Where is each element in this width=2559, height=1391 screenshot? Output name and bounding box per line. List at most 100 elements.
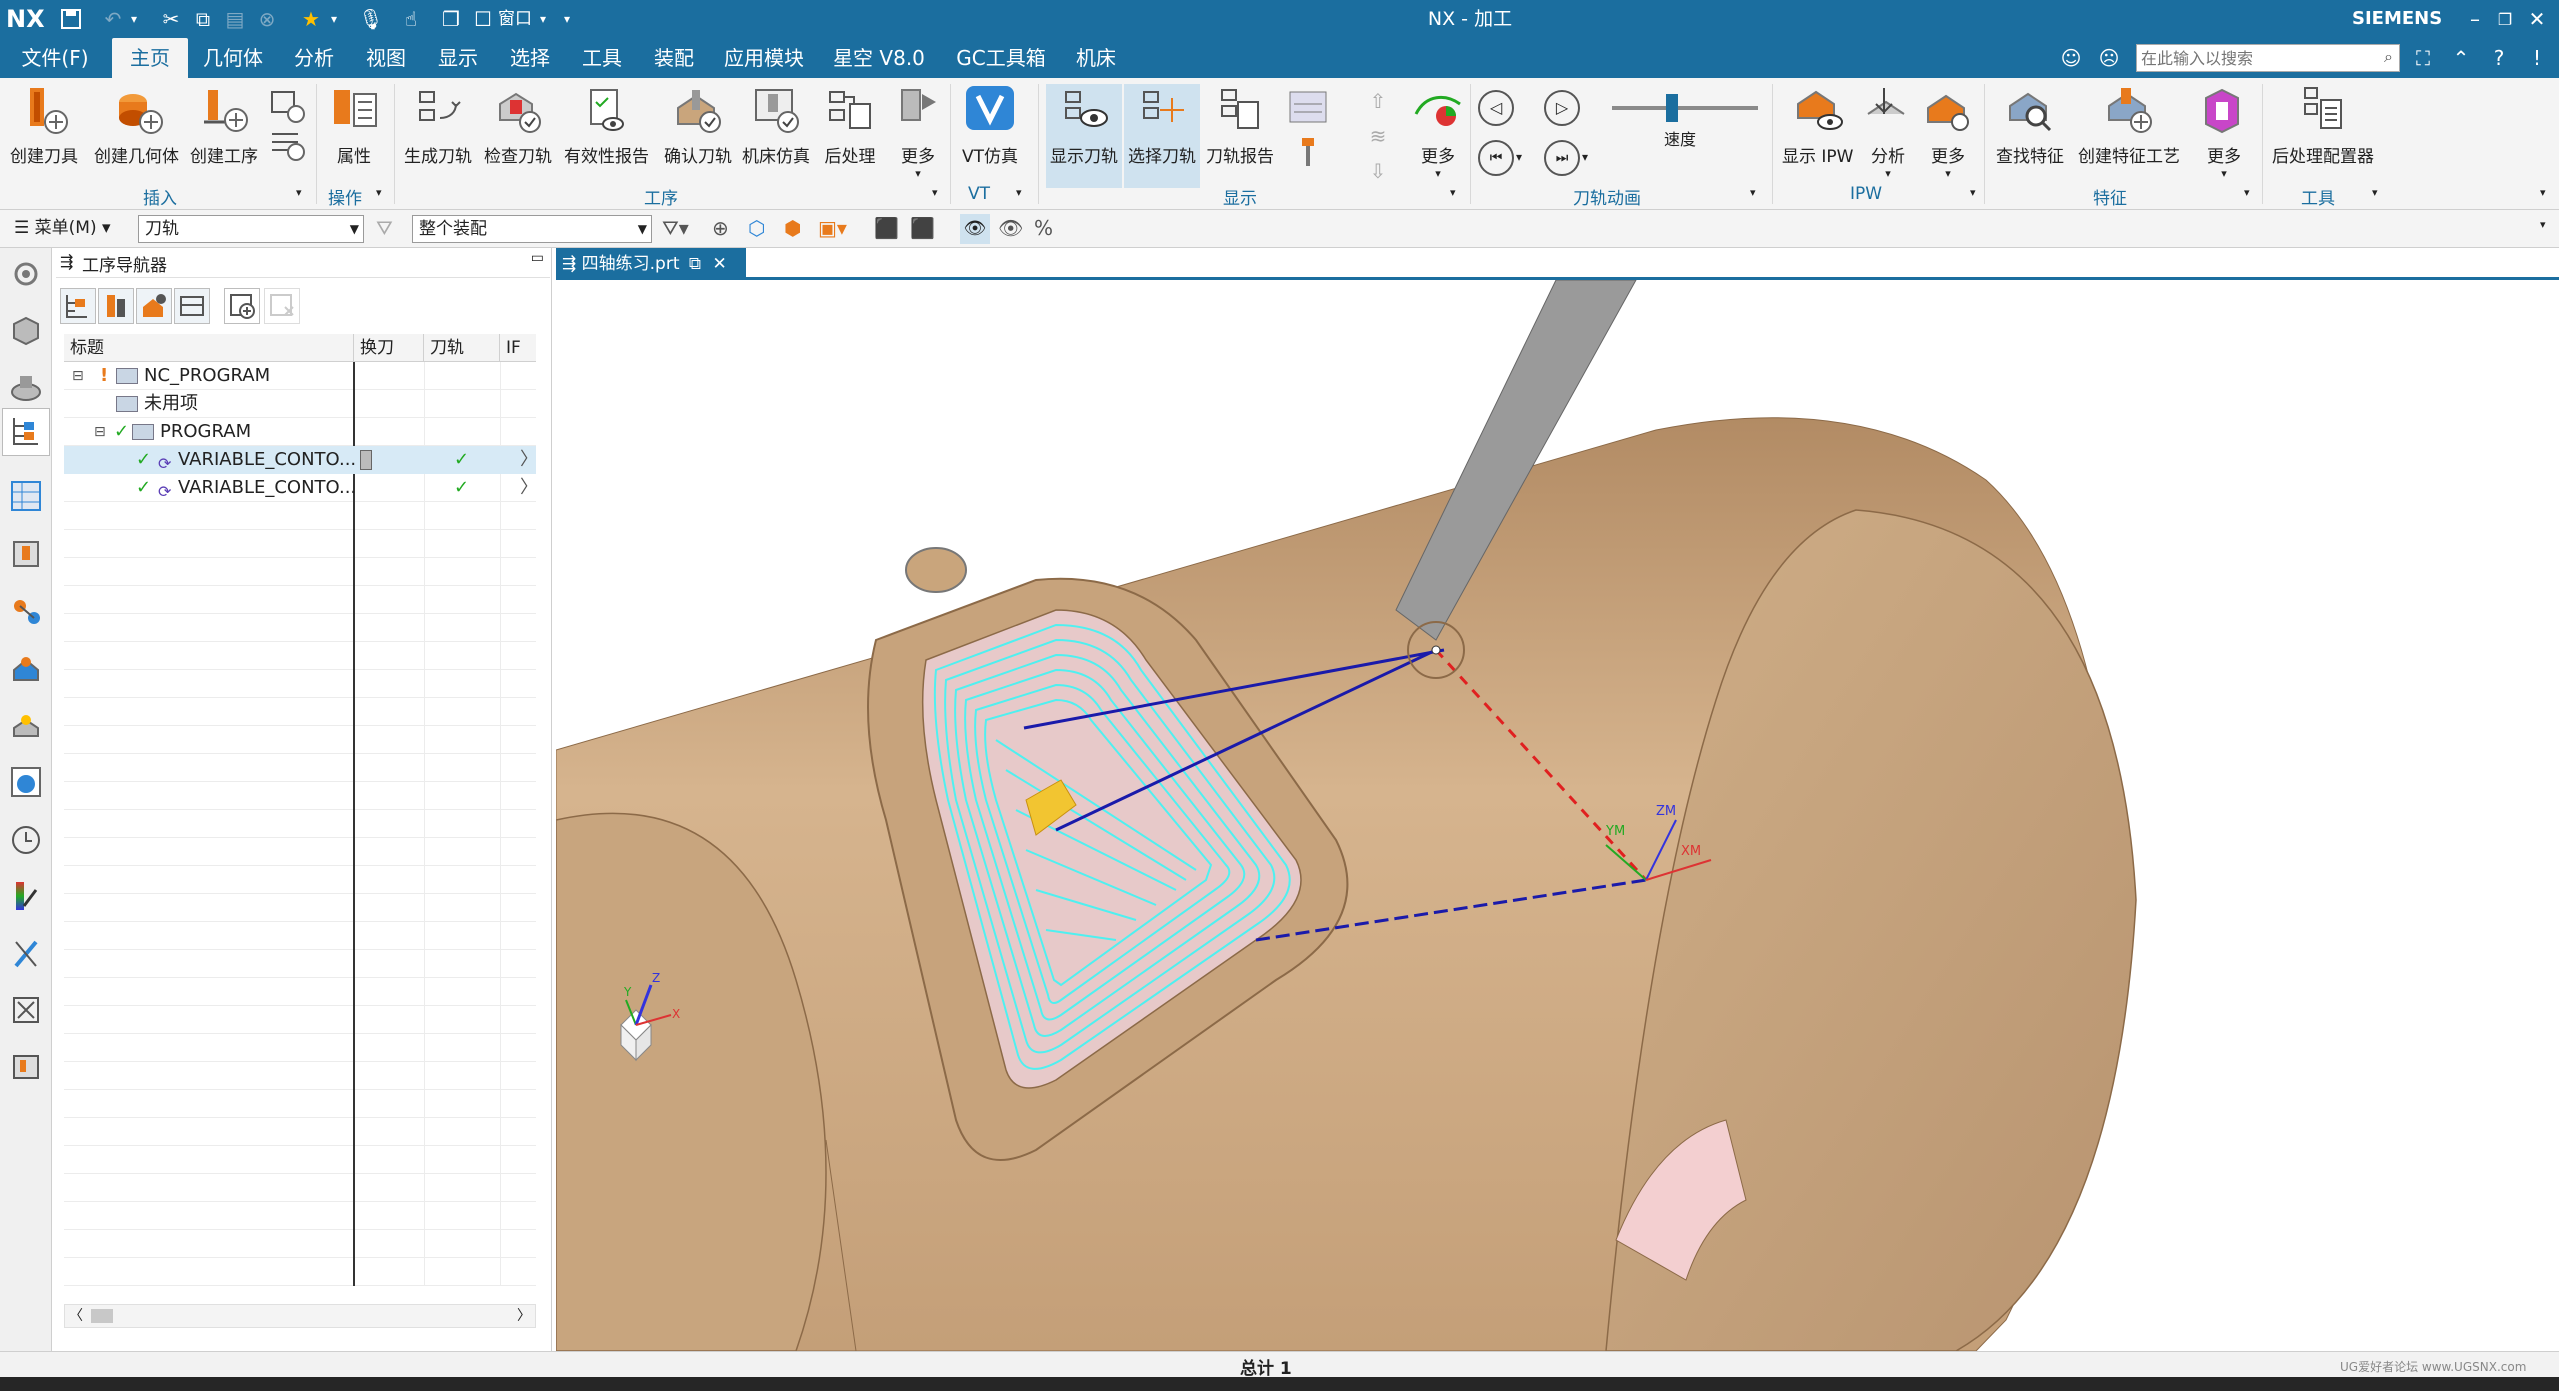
delete-object-icon[interactable] <box>264 288 300 324</box>
system-tools-icon[interactable] <box>6 990 46 1030</box>
menu-home[interactable]: 主页 <box>112 38 188 78</box>
scrollbar-thumb[interactable] <box>91 1309 113 1323</box>
part-3d-model[interactable]: YM ZM XM Y Z X <box>556 280 2559 1351</box>
menu-applications[interactable]: 应用模块 <box>716 38 812 78</box>
tree-row-operation-1[interactable]: ✓ ⟳ VARIABLE_CONTO... ✓ 〉 <box>64 446 538 474</box>
more-feature-button[interactable]: 更多 ▾ <box>2196 84 2252 180</box>
show-hide-icon[interactable]: 👁 <box>998 216 1023 240</box>
fullscreen-icon[interactable]: ⛶ <box>2408 43 2438 73</box>
menu-gc-toolbox[interactable]: GC工具箱 <box>946 38 1056 78</box>
menu-assembly[interactable]: 装配 <box>644 38 704 78</box>
delete-icon[interactable]: ⊗ <box>252 4 282 34</box>
fast-forward-icon[interactable]: ⏭ <box>1544 140 1580 176</box>
save-icon[interactable] <box>56 4 86 34</box>
column-header-toolchange[interactable]: 换刀 <box>354 334 424 362</box>
verify-toolpath-button[interactable]: 检查刀轨 <box>484 84 552 167</box>
assembly-navigator-icon[interactable] <box>6 368 46 408</box>
fast-forward-dropdown-icon[interactable]: ▾ <box>1582 150 1588 164</box>
touch-mode-icon[interactable]: ☝ <box>396 4 426 34</box>
group-insert-dropdown-icon[interactable]: ▾ <box>296 186 302 199</box>
group-feature-dropdown-icon[interactable]: ▾ <box>2244 186 2250 199</box>
step-back-icon[interactable]: ◁ <box>1478 90 1514 126</box>
switch-window-icon[interactable]: ❐ <box>436 4 466 34</box>
create-operation-button[interactable]: 创建工序 <box>190 84 258 167</box>
operation-navigator-tab[interactable] <box>2 408 50 456</box>
tree-row-nc-program[interactable]: ⊟ ! NC_PROGRAM <box>64 362 536 390</box>
undo-dropdown-icon[interactable]: ▾ <box>126 4 142 34</box>
graphics-viewport[interactable]: ⇶ 四轴练习.prt ⧉ ✕ YM ZM XM Y Z X <box>556 248 2559 1351</box>
move-down-icon[interactable]: ⇩ <box>1370 159 1387 183</box>
machining-method-view-icon[interactable] <box>174 288 210 324</box>
paste-icon[interactable]: ▤ <box>220 4 250 34</box>
copy-icon[interactable]: ⧉ <box>188 4 218 34</box>
rewind-dropdown-icon[interactable]: ▾ <box>1516 150 1522 164</box>
history-clock-icon[interactable] <box>6 820 46 860</box>
cut-icon[interactable]: ✂ <box>156 4 186 34</box>
window-icon[interactable]: ☐ <box>470 4 496 34</box>
close-icon[interactable]: ✕ <box>2522 4 2552 34</box>
tab-popout-icon[interactable]: ⧉ <box>689 254 701 274</box>
collapse-toggle-icon[interactable]: ⊟ <box>94 418 106 446</box>
favorites-star-icon[interactable]: ★ <box>296 4 326 34</box>
menu-machine[interactable]: 机床 <box>1066 38 1126 78</box>
type-filter-select[interactable]: 刀轨 ▼ <box>138 215 364 243</box>
geometry-view-icon[interactable] <box>136 288 172 324</box>
window-menu[interactable]: 窗口 <box>498 0 532 38</box>
program-order-view-icon[interactable] <box>60 288 96 324</box>
validity-report-button[interactable]: 有效性报告 <box>564 84 649 167</box>
tool-display-icon[interactable] <box>1290 134 1330 170</box>
row-more-icon[interactable]: 〉 <box>520 474 538 502</box>
smile-feedback-icon[interactable]: ☺ <box>2056 43 2086 73</box>
menu-file[interactable]: 文件(F) <box>8 38 102 78</box>
select-component-icon[interactable]: ▣▾ <box>818 216 847 240</box>
more-display-button[interactable]: 更多 ▾ <box>1410 84 1466 180</box>
speed-slider[interactable] <box>1612 106 1758 110</box>
tree-row-program[interactable]: ⊟ ✓ PROGRAM <box>64 418 536 446</box>
part-navigator-icon[interactable] <box>6 310 46 350</box>
palette-icon[interactable] <box>6 876 46 916</box>
tree-row-operation-2[interactable]: ✓ ⟳ VARIABLE_CONTO... ✓ 〉 <box>64 474 538 502</box>
horizontal-scrollbar[interactable]: 〈 〉 <box>64 1304 536 1328</box>
group-vt-dropdown-icon[interactable]: ▾ <box>1016 186 1022 199</box>
menu-xingkong[interactable]: 星空 V8.0 <box>824 38 934 78</box>
toggle-icon[interactable]: % <box>1034 216 1053 240</box>
machine-navigator-icon[interactable] <box>6 534 46 574</box>
scope-filter-select[interactable]: 整个装配 ▼ <box>412 215 652 243</box>
generate-toolpath-button[interactable]: 生成刀轨 <box>404 84 472 167</box>
collapse-toggle-icon[interactable]: ⊟ <box>72 362 84 390</box>
confirm-toolpath-button[interactable]: 确认刀轨 <box>664 84 732 167</box>
select-solid-icon[interactable]: ⬛ <box>874 216 899 240</box>
web-browser-icon[interactable] <box>6 762 46 802</box>
menu-tools[interactable]: 工具 <box>572 38 632 78</box>
row-more-icon[interactable]: 〉 <box>520 446 538 474</box>
create-method-button[interactable] <box>266 86 306 162</box>
tab-close-icon[interactable]: ✕ <box>712 254 726 274</box>
create-feature-process-button[interactable]: 创建特征工艺 <box>2078 84 2180 167</box>
feature-navigator-icon[interactable] <box>6 592 46 632</box>
reuse-library-icon[interactable] <box>6 648 46 688</box>
restore-icon[interactable]: ❐ <box>2490 4 2520 34</box>
post-configurator-button[interactable]: 后处理配置器 <box>2272 84 2374 167</box>
selbar-options-dropdown-icon[interactable]: ▾ <box>2540 218 2546 231</box>
machine-tool-view-icon[interactable] <box>98 288 134 324</box>
create-tool-button[interactable]: 创建刀具 <box>10 84 78 167</box>
column-header-toolpath[interactable]: 刀轨 <box>424 334 500 362</box>
snap-point-icon[interactable]: ⊕ <box>712 216 729 240</box>
menu-geometry[interactable]: 几何体 <box>192 38 274 78</box>
more-ipw-button[interactable]: 更多 ▾ <box>1920 84 1976 180</box>
microphone-icon[interactable]: 🎙 <box>356 4 386 34</box>
menu-display[interactable]: 显示 <box>428 38 488 78</box>
select-assembly-icon[interactable]: ⬛ <box>910 216 935 240</box>
select-toolpath-button[interactable]: 选择刀轨 <box>1124 84 1200 188</box>
create-geometry-button[interactable]: 创建几何体 <box>94 84 179 167</box>
hd3d-tools-icon[interactable] <box>6 704 46 744</box>
scroll-right-icon[interactable]: 〉 <box>517 1305 531 1325</box>
menu-view[interactable]: 视图 <box>356 38 416 78</box>
tree-row-unused[interactable]: 未用项 <box>64 390 536 418</box>
window-dropdown-icon[interactable]: ▾ <box>536 4 550 34</box>
alert-icon[interactable]: ! <box>2522 43 2552 73</box>
settings-gear-icon[interactable] <box>6 254 46 294</box>
more-operation-button[interactable]: 更多 ▾ <box>890 84 946 180</box>
favorites-dropdown-icon[interactable]: ▾ <box>326 4 342 34</box>
menu-analysis[interactable]: 分析 <box>284 38 344 78</box>
